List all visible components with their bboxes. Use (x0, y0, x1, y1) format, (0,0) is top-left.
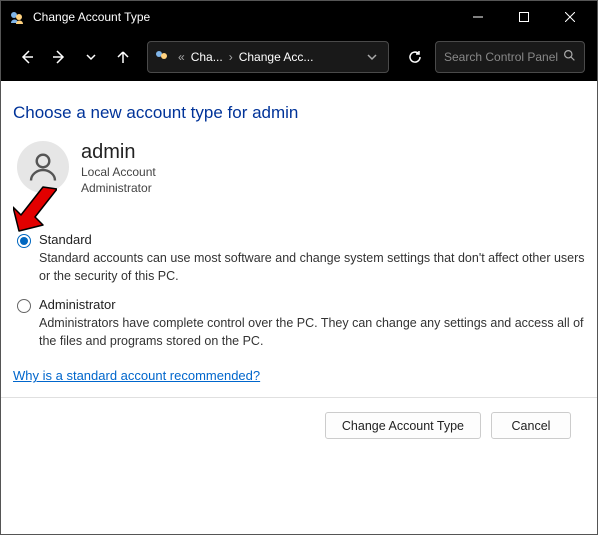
option-administrator-label: Administrator (39, 297, 116, 312)
radio-administrator[interactable] (17, 299, 31, 313)
user-accounts-icon (154, 48, 170, 67)
cancel-button[interactable]: Cancel (491, 412, 571, 439)
nav-bar: « Cha... › Change Acc... Search Control … (1, 33, 597, 81)
option-administrator-desc: Administrators have complete control ove… (39, 315, 585, 350)
breadcrumb-2[interactable]: Change Acc... (239, 50, 314, 64)
option-administrator[interactable]: Administrator (17, 297, 585, 313)
breadcrumb-prefix: « (176, 50, 187, 64)
account-type-options: Standard Standard accounts can use most … (13, 232, 585, 350)
help-link[interactable]: Why is a standard account recommended? (13, 368, 260, 383)
option-standard[interactable]: Standard (17, 232, 585, 248)
forward-button[interactable] (45, 43, 73, 71)
account-type-line2: Administrator (81, 180, 156, 196)
back-button[interactable] (13, 43, 41, 71)
account-info: admin Local Account Administrator (81, 141, 156, 196)
chevron-right-icon: › (227, 50, 235, 64)
account-header: admin Local Account Administrator (17, 141, 585, 196)
address-dropdown-button[interactable] (362, 52, 382, 62)
history-dropdown-button[interactable] (77, 43, 105, 71)
user-accounts-icon (9, 9, 25, 25)
account-name: admin (81, 141, 156, 164)
annotation-arrow (13, 185, 57, 236)
page-heading: Choose a new account type for admin (13, 103, 585, 123)
refresh-button[interactable] (399, 41, 431, 73)
radio-standard[interactable] (17, 234, 31, 248)
search-input[interactable]: Search Control Panel (435, 41, 585, 73)
option-standard-desc: Standard accounts can use most software … (39, 250, 585, 285)
maximize-button[interactable] (501, 1, 547, 33)
close-button[interactable] (547, 1, 593, 33)
title-bar: Change Account Type (1, 1, 597, 33)
breadcrumb-1[interactable]: Cha... (191, 50, 223, 64)
footer-buttons: Change Account Type Cancel (13, 398, 585, 439)
search-placeholder: Search Control Panel (444, 50, 563, 64)
search-icon (563, 49, 576, 65)
minimize-button[interactable] (455, 1, 501, 33)
up-button[interactable] (109, 43, 137, 71)
change-account-type-button[interactable]: Change Account Type (325, 412, 481, 439)
content-area: Choose a new account type for admin admi… (1, 81, 597, 439)
address-bar[interactable]: « Cha... › Change Acc... (147, 41, 389, 73)
account-type-line1: Local Account (81, 164, 156, 180)
window-title: Change Account Type (33, 10, 455, 24)
